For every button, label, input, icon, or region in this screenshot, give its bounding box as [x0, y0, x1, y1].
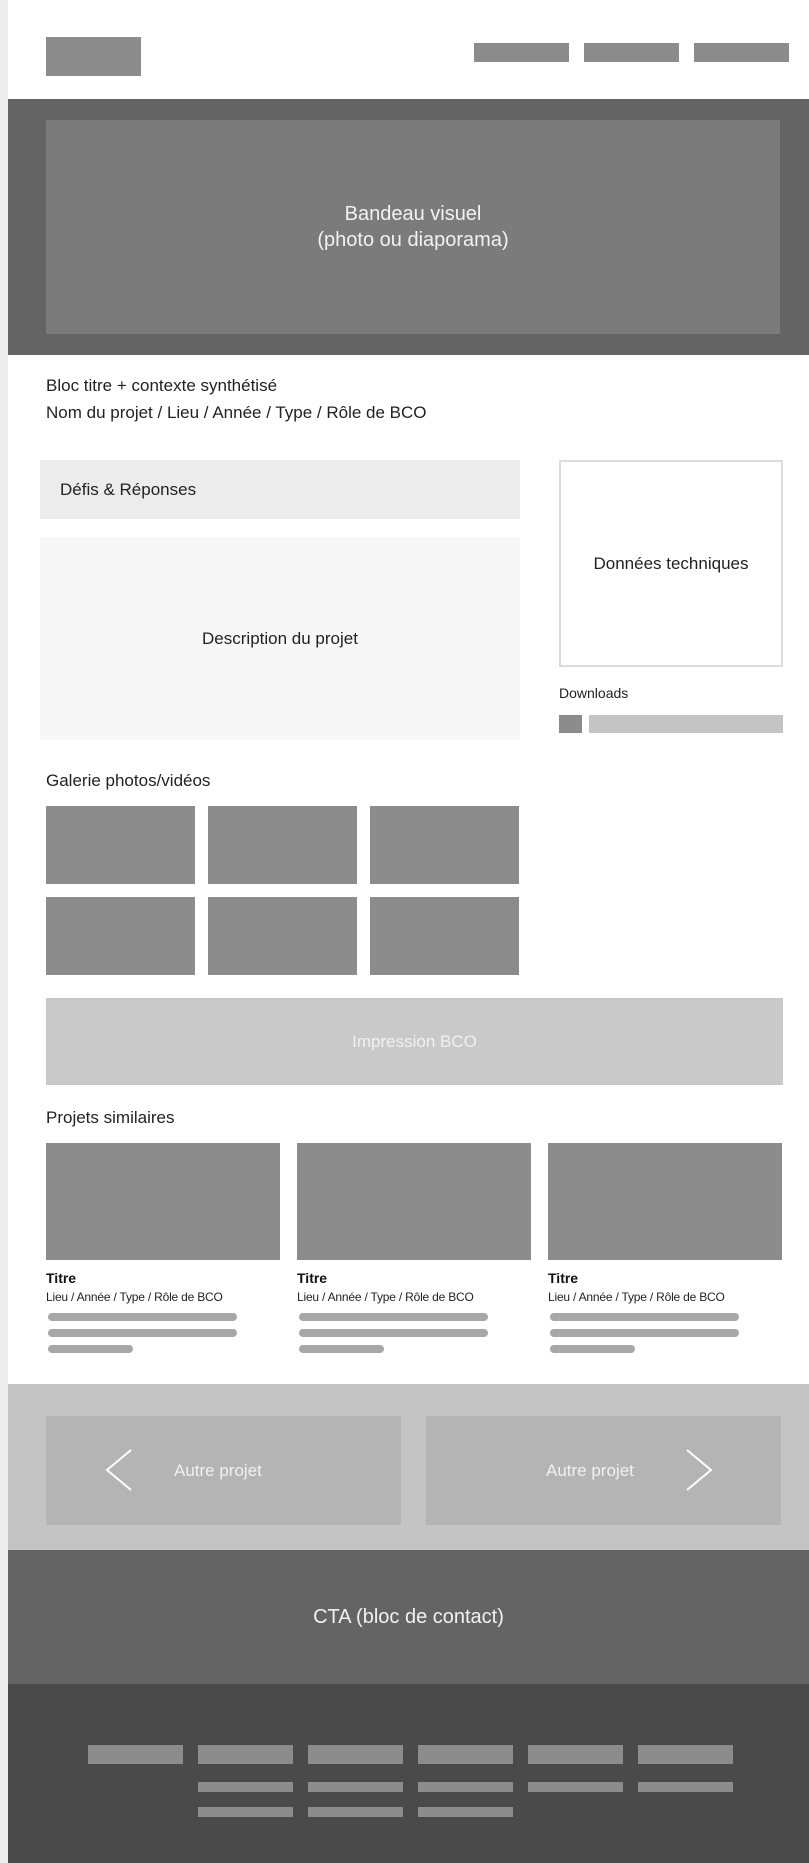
hero-line-1: Bandeau visuel [344, 203, 482, 225]
footer-column-heading[interactable] [418, 1745, 513, 1764]
downloads-label: Downloads [559, 685, 629, 701]
footer-link[interactable] [308, 1782, 403, 1792]
defis-reponses-tab[interactable]: Défis & Réponses [40, 460, 520, 519]
footer-link[interactable] [308, 1807, 403, 1817]
defis-reponses-label: Défis & Réponses [60, 479, 197, 499]
text-placeholder-line [550, 1329, 739, 1337]
text-placeholder-line [48, 1345, 133, 1353]
similar-project-meta: Lieu / Année / Type / Rôle de BCO [297, 1290, 474, 1304]
footer-column-heading[interactable] [638, 1745, 733, 1764]
title-block-context: Nom du projet / Lieu / Année / Type / Rô… [46, 403, 427, 422]
project-description-label: Description du projet [202, 628, 358, 648]
similar-project-title[interactable]: Titre [46, 1270, 76, 1286]
gallery-thumb-2[interactable] [208, 806, 357, 884]
title-block-heading: Bloc titre + contexte synthétisé [46, 376, 278, 395]
gallery-thumb-6[interactable] [370, 897, 519, 975]
footer-link[interactable] [198, 1782, 293, 1792]
previous-project-label: Autre projet [174, 1461, 262, 1480]
text-placeholder-line [299, 1329, 488, 1337]
gallery-thumb-3[interactable] [370, 806, 519, 884]
previous-project-button[interactable]: Autre projet [46, 1416, 401, 1525]
similar-projects-label: Projets similaires [46, 1108, 175, 1127]
chevron-right-icon [686, 1449, 713, 1491]
footer-link[interactable] [638, 1782, 733, 1792]
footer-link[interactable] [418, 1782, 513, 1792]
similar-project-title[interactable]: Titre [548, 1270, 578, 1286]
hero-visual-banner[interactable]: Bandeau visuel (photo ou diaporama) [46, 120, 780, 334]
wireframe-page: Bandeau visuel (photo ou diaporama) Bloc… [8, 0, 809, 1863]
similar-project-meta: Lieu / Année / Type / Rôle de BCO [46, 1290, 223, 1304]
technical-data-label: Données techniques [593, 553, 749, 573]
gallery-thumb-4[interactable] [46, 897, 195, 975]
footer-column-heading[interactable] [528, 1745, 623, 1764]
text-placeholder-line [550, 1345, 635, 1353]
site-logo[interactable] [46, 37, 141, 76]
text-placeholder-line [48, 1329, 237, 1337]
gallery-thumb-5[interactable] [208, 897, 357, 975]
footer-column-heading[interactable] [88, 1745, 183, 1764]
text-placeholder-line [299, 1313, 488, 1321]
text-placeholder-line [299, 1345, 384, 1353]
similar-project-image[interactable] [548, 1143, 782, 1260]
footer-link[interactable] [418, 1807, 513, 1817]
similar-project-title[interactable]: Titre [297, 1270, 327, 1286]
next-project-button[interactable]: Autre projet [426, 1416, 781, 1525]
technical-data-box: Données techniques [559, 460, 783, 667]
similar-project-image[interactable] [297, 1143, 531, 1260]
download-file-icon[interactable] [559, 715, 582, 733]
nav-item-3[interactable] [694, 43, 789, 62]
similar-project-image[interactable] [46, 1143, 280, 1260]
footer [8, 1684, 809, 1863]
next-project-label: Autre projet [546, 1461, 634, 1480]
footer-column-heading[interactable] [308, 1745, 403, 1764]
gallery-label: Galerie photos/vidéos [46, 771, 211, 790]
similar-project-meta: Lieu / Année / Type / Rôle de BCO [548, 1290, 725, 1304]
gallery-thumb-1[interactable] [46, 806, 195, 884]
footer-link[interactable] [528, 1782, 623, 1792]
project-description-block: Description du projet [40, 537, 520, 740]
hero-line-2: (photo ou diaporama) [317, 229, 509, 251]
text-placeholder-line [48, 1313, 237, 1321]
nav-item-2[interactable] [584, 43, 679, 62]
footer-link[interactable] [198, 1807, 293, 1817]
chevron-left-icon [105, 1449, 132, 1491]
nav-item-1[interactable] [474, 43, 569, 62]
cta-label: CTA (bloc de contact) [313, 1605, 504, 1628]
text-placeholder-line [550, 1313, 739, 1321]
cta-contact-block[interactable]: CTA (bloc de contact) [8, 1550, 809, 1684]
impression-bco-label: Impression BCO [352, 1031, 477, 1051]
footer-column-heading[interactable] [198, 1745, 293, 1764]
impression-bco-block: Impression BCO [46, 998, 783, 1085]
download-link[interactable] [589, 715, 783, 733]
